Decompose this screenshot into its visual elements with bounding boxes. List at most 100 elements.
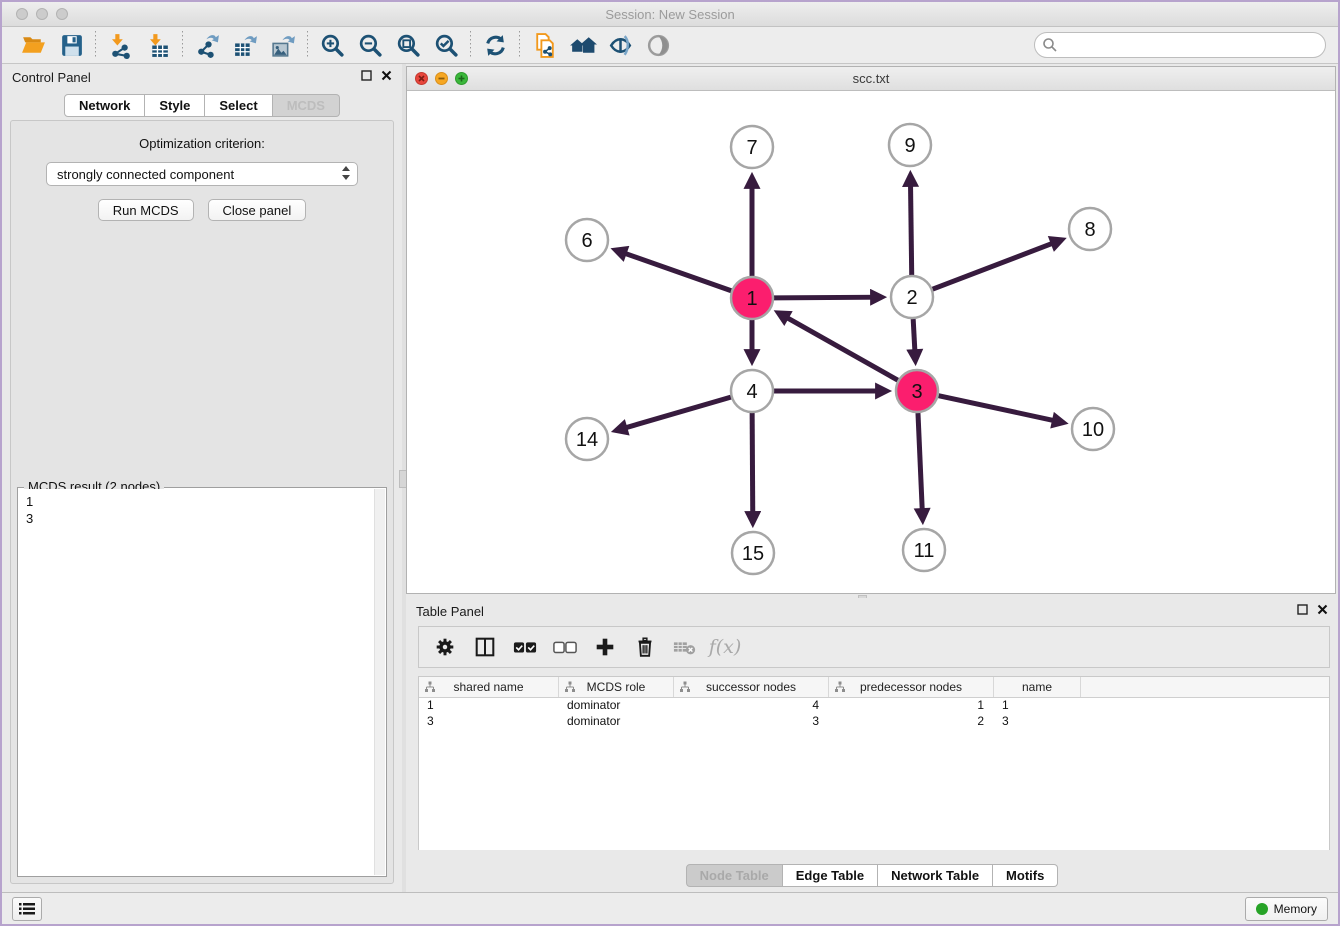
criterion-value: strongly connected component	[57, 167, 341, 182]
column-header-shared-name[interactable]: shared name	[419, 677, 559, 697]
graph-edge-1-6[interactable]	[615, 250, 731, 291]
delete-column-icon[interactable]	[627, 630, 663, 664]
import-network-icon[interactable]	[101, 29, 139, 61]
column-label: successor nodes	[706, 680, 796, 694]
result-line: 1	[26, 493, 374, 510]
graph-edge-2-3[interactable]	[913, 319, 915, 361]
export-network-icon[interactable]	[188, 29, 226, 61]
zoom-out-icon[interactable]	[351, 29, 389, 61]
node-table[interactable]: shared name MCDS role successor nodes	[418, 676, 1330, 850]
graph-edge-1-2[interactable]	[774, 297, 882, 298]
home-icon[interactable]	[563, 29, 601, 61]
export-table-icon[interactable]	[226, 29, 264, 61]
deselect-all-icon[interactable]	[547, 630, 583, 664]
mcds-result-text[interactable]: 1 3	[19, 489, 374, 875]
cell-predecessor-nodes[interactable]: 1	[829, 698, 994, 714]
graph-edge-2-9[interactable]	[910, 175, 911, 275]
cell-successor-nodes[interactable]: 4	[674, 698, 829, 714]
column-header-successor-nodes[interactable]: successor nodes	[674, 677, 829, 697]
window-titlebar: Session: New Session	[2, 2, 1338, 27]
cell-mcds-role[interactable]: dominator	[559, 714, 674, 730]
table-panel-title: Table Panel	[416, 604, 484, 619]
criterion-select[interactable]: strongly connected component	[46, 162, 358, 186]
cell-name[interactable]: 1	[994, 698, 1081, 714]
control-panel-title: Control Panel	[12, 70, 91, 85]
float-panel-icon[interactable]	[1297, 602, 1308, 620]
run-mcds-button[interactable]: Run MCDS	[98, 199, 194, 221]
tab-edge-table[interactable]: Edge Table	[783, 864, 878, 887]
column-label: name	[1022, 680, 1052, 694]
refresh-icon[interactable]	[476, 29, 514, 61]
table-panel: Table Panel	[406, 598, 1338, 892]
graph-node-label-15: 15	[742, 543, 764, 565]
export-image-icon[interactable]	[264, 29, 302, 61]
tree-icon	[564, 681, 576, 696]
cell-successor-nodes[interactable]: 3	[674, 714, 829, 730]
tab-network-table[interactable]: Network Table	[878, 864, 993, 887]
mcds-panel: Optimization criterion: strongly connect…	[10, 120, 394, 884]
table-row[interactable]: 1 dominator 4 1 1	[419, 698, 1329, 714]
save-session-icon[interactable]	[52, 29, 90, 61]
graph-edge-2-8[interactable]	[933, 240, 1062, 289]
list-icon	[19, 902, 35, 916]
tab-network[interactable]: Network	[64, 94, 145, 117]
cell-shared-name[interactable]: 3	[419, 714, 559, 730]
mcds-result-box: MCDS result (2 nodes) 1 3	[17, 487, 387, 877]
import-table-icon[interactable]	[139, 29, 177, 61]
graph-edge-3-10[interactable]	[939, 396, 1064, 423]
tab-node-table[interactable]: Node Table	[686, 864, 783, 887]
status-bar: Memory	[2, 892, 1338, 924]
eye-icon	[639, 29, 677, 61]
cell-mcds-role[interactable]: dominator	[559, 698, 674, 714]
table-row[interactable]: 3 dominator 3 2 3	[419, 714, 1329, 730]
hide-graphics-details-icon[interactable]	[601, 29, 639, 61]
main-area: Control Panel Network Style Select MCDS …	[2, 64, 1338, 892]
graph-edge-3-11[interactable]	[918, 413, 923, 520]
main-toolbar	[2, 27, 1338, 64]
close-panel-icon[interactable]	[1317, 602, 1328, 620]
zoom-in-icon[interactable]	[313, 29, 351, 61]
network-graph[interactable]: 7968124314101511	[407, 91, 1335, 593]
duplicate-network-icon[interactable]	[525, 29, 563, 61]
column-header-name[interactable]: name	[994, 677, 1081, 697]
zoom-selected-icon[interactable]	[427, 29, 465, 61]
settings-gear-icon[interactable]	[427, 630, 463, 664]
task-history-button[interactable]	[12, 897, 42, 921]
close-panel-icon[interactable]	[381, 68, 392, 86]
column-header-mcds-role[interactable]: MCDS role	[559, 677, 674, 697]
tab-style[interactable]: Style	[145, 94, 205, 117]
network-canvas[interactable]: 7968124314101511	[407, 91, 1335, 593]
graph-edge-4-14[interactable]	[616, 397, 731, 430]
float-panel-icon[interactable]	[361, 68, 372, 86]
search-icon	[1042, 37, 1058, 58]
table-toolbar: f(x)	[418, 626, 1330, 668]
graph-edge-3-1[interactable]	[778, 313, 898, 380]
memory-button[interactable]: Memory	[1245, 897, 1328, 921]
graph-node-label-9: 9	[904, 135, 915, 157]
open-file-icon[interactable]	[14, 29, 52, 61]
toolbar-separator	[95, 31, 96, 59]
tab-motifs[interactable]: Motifs	[993, 864, 1058, 887]
result-scrollbar[interactable]	[374, 489, 385, 875]
zoom-fit-icon[interactable]	[389, 29, 427, 61]
close-panel-button[interactable]: Close panel	[208, 199, 307, 221]
cell-shared-name[interactable]: 1	[419, 698, 559, 714]
graph-node-label-8: 8	[1084, 219, 1095, 241]
table-panel-tabs: Node Table Edge Table Network Table Moti…	[406, 864, 1338, 887]
column-label: MCDS role	[587, 680, 646, 694]
toolbar-separator	[182, 31, 183, 59]
select-all-icon[interactable]	[507, 630, 543, 664]
memory-label: Memory	[1274, 902, 1317, 916]
column-chooser-icon[interactable]	[467, 630, 503, 664]
tree-icon	[834, 681, 846, 696]
search-input[interactable]	[1034, 32, 1326, 58]
network-title: scc.txt	[407, 71, 1335, 86]
column-header-predecessor-nodes[interactable]: predecessor nodes	[829, 677, 994, 697]
tab-mcds[interactable]: MCDS	[273, 94, 340, 117]
graph-edge-4-15[interactable]	[752, 413, 753, 523]
control-panel-tabs: Network Style Select MCDS	[2, 94, 402, 117]
add-column-icon[interactable]	[587, 630, 623, 664]
tab-select[interactable]: Select	[205, 94, 272, 117]
cell-name[interactable]: 3	[994, 714, 1081, 730]
cell-predecessor-nodes[interactable]: 2	[829, 714, 994, 730]
